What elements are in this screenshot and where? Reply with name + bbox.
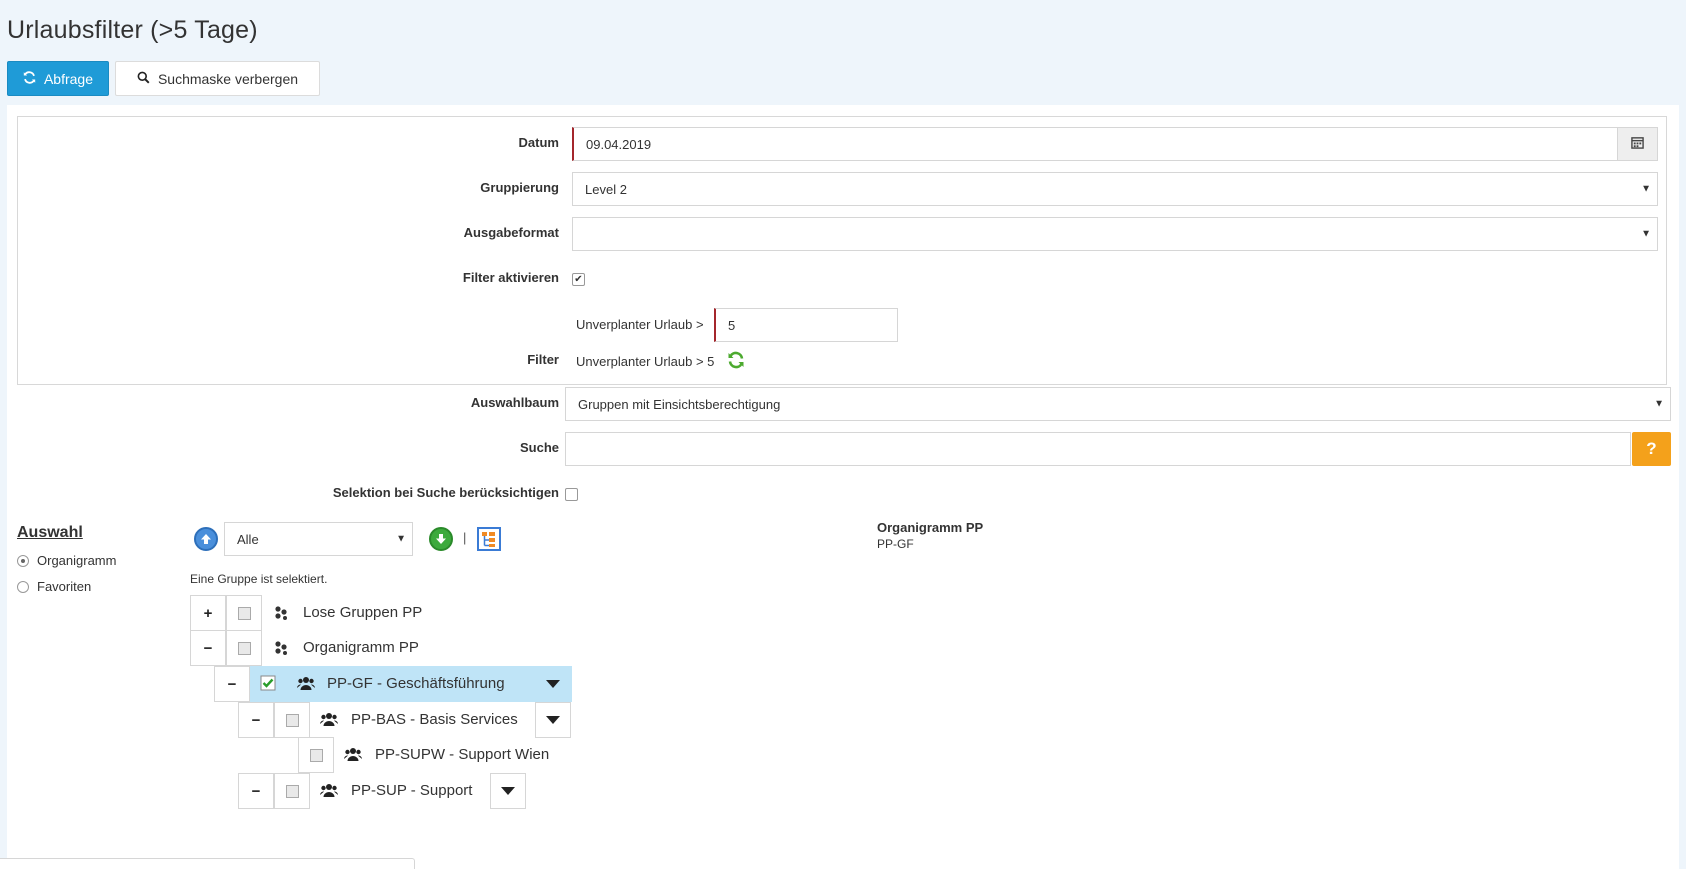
users-icon — [320, 712, 338, 730]
bottom-panel-edge — [0, 858, 415, 869]
selection-status: Eine Gruppe ist selektiert. — [190, 572, 328, 586]
tree-toggle[interactable]: − — [238, 702, 274, 738]
filter-label: Filter — [527, 352, 559, 367]
tree-toggle[interactable]: − — [214, 666, 250, 702]
org-chart-icon[interactable] — [477, 527, 501, 554]
group-stack-icon — [272, 605, 290, 624]
selection-summary-value: PP-GF — [877, 537, 914, 551]
caret-down-icon — [546, 680, 560, 688]
tree-checkbox-checked[interactable] — [250, 666, 286, 702]
tree-checkbox[interactable] — [274, 773, 310, 809]
output-format-label: Ausgabeformat — [463, 225, 559, 240]
query-button-label: Abfrage — [43, 70, 94, 87]
tree-checkbox[interactable] — [298, 737, 334, 773]
caret-down-icon — [501, 787, 515, 795]
auswahl-title: Auswahl — [17, 524, 83, 541]
date-input[interactable]: 09.04.2019 — [572, 127, 1658, 161]
hide-search-button[interactable]: Suchmaske verbergen — [115, 61, 320, 96]
filter-active-checkbox[interactable]: ✔ — [572, 273, 585, 286]
grouping-label: Gruppierung — [480, 180, 559, 195]
tree-filter-value: Alle — [237, 531, 259, 547]
tree-item-dropdown[interactable] — [535, 666, 571, 702]
tree-item-label[interactable]: Lose Gruppen PP — [303, 604, 422, 621]
chevron-down-icon: ▼ — [1654, 398, 1664, 410]
tree-checkbox[interactable] — [274, 702, 310, 738]
refresh-filter-icon[interactable] — [727, 351, 745, 372]
content-panel: Datum 09.04.2019 Gruppierung Level 2 ▼ A… — [7, 105, 1679, 869]
tree-toggle[interactable]: − — [238, 773, 274, 809]
group-stack-icon — [272, 640, 290, 659]
consider-selection-label: Selektion bei Suche berücksichtigen — [332, 485, 559, 500]
checkmark-icon — [260, 675, 276, 694]
caret-down-icon — [546, 716, 560, 724]
chevron-down-icon: ▼ — [396, 533, 406, 545]
tree-toggle[interactable]: − — [190, 630, 226, 666]
filter-active-label: Filter aktivieren — [462, 270, 559, 285]
tree-toggle[interactable]: + — [190, 595, 226, 631]
favoriten-radio[interactable] — [17, 581, 29, 593]
arrow-down-icon[interactable] — [429, 527, 453, 551]
favoriten-label: Favoriten — [37, 579, 92, 594]
output-format-select[interactable]: ▼ — [572, 217, 1658, 251]
refresh-icon — [23, 70, 36, 87]
unplanned-vacation-value: 5 — [728, 317, 736, 333]
tree-item-label[interactable]: PP-SUPW - Support Wien — [375, 746, 549, 763]
search-input[interactable] — [565, 432, 1631, 466]
organigramm-radio[interactable] — [17, 555, 29, 567]
filter-summary: Unverplanter Urlaub > 5 — [576, 354, 715, 369]
tree-item-dropdown[interactable] — [490, 773, 526, 809]
tree-item-dropdown[interactable] — [535, 702, 571, 738]
hide-search-label: Suchmaske verbergen — [157, 70, 299, 87]
chevron-down-icon: ▼ — [1641, 183, 1651, 195]
search-help-button[interactable]: ? — [1632, 432, 1671, 466]
zoom-icon — [137, 71, 150, 87]
tree-filter-select[interactable]: Alle ▼ — [224, 522, 413, 556]
unplanned-vacation-input[interactable]: 5 — [714, 308, 898, 342]
date-value: 09.04.2019 — [586, 136, 652, 152]
tree-select[interactable]: Gruppen mit Einsichtsberechtigung ▼ — [565, 387, 1671, 421]
tree-label: Auswahlbaum — [470, 395, 559, 410]
calendar-icon — [1631, 136, 1644, 152]
selection-summary-title: Organigramm PP — [877, 520, 984, 535]
filter-box: Datum 09.04.2019 Gruppierung Level 2 ▼ A… — [17, 116, 1667, 385]
users-icon — [320, 783, 338, 801]
tree-checkbox[interactable] — [226, 595, 262, 631]
page-title: Urlaubsfilter (>5 Tage) — [7, 16, 258, 44]
chevron-down-icon: ▼ — [1641, 228, 1651, 240]
unplanned-vacation-label: Unverplanter Urlaub > — [576, 317, 704, 332]
organigramm-label: Organigramm — [37, 553, 117, 568]
calendar-button[interactable] — [1617, 128, 1657, 160]
grouping-select[interactable]: Level 2 ▼ — [572, 172, 1658, 206]
search-label: Suche — [519, 440, 559, 455]
tree-item-label[interactable]: PP-GF - Geschäftsführung — [327, 675, 505, 692]
grouping-value: Level 2 — [585, 181, 627, 197]
tree-value: Gruppen mit Einsichtsberechtigung — [578, 396, 781, 412]
users-icon — [344, 747, 362, 765]
arrow-up-icon[interactable] — [194, 527, 218, 551]
toolbar-separator: | — [463, 530, 467, 545]
tree-item-label[interactable]: PP-BAS - Basis Services — [351, 711, 518, 728]
query-button[interactable]: Abfrage — [7, 61, 109, 96]
date-label: Datum — [518, 135, 559, 150]
tree-item-label[interactable]: PP-SUP - Support — [351, 782, 472, 799]
users-icon — [297, 676, 315, 694]
tree-item-label[interactable]: Organigramm PP — [303, 639, 419, 656]
consider-selection-checkbox[interactable] — [565, 488, 578, 501]
tree-checkbox[interactable] — [226, 630, 262, 666]
